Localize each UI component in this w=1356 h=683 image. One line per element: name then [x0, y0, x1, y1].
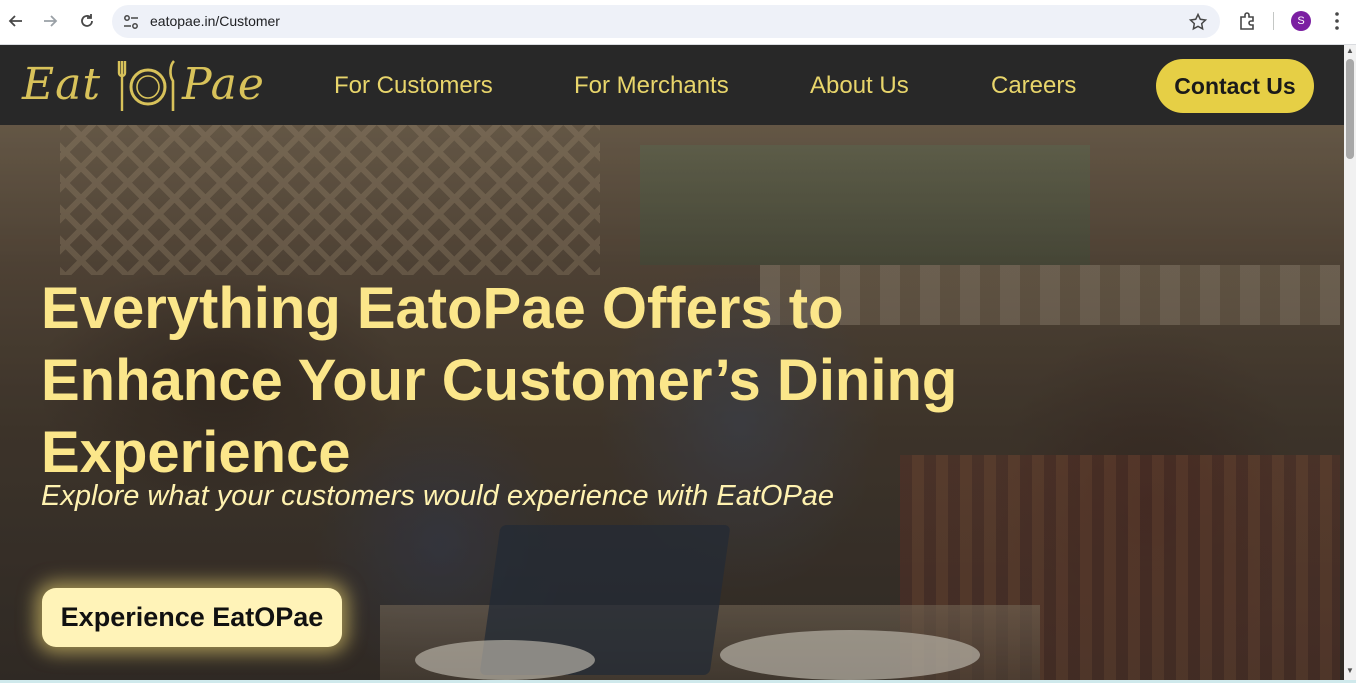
scrollbar-thumb[interactable] — [1346, 59, 1354, 159]
hero-title: Everything EatoPae Offers to Enhance You… — [41, 276, 958, 485]
address-bar[interactable]: eatopae.in/Customer — [112, 5, 1220, 38]
profile-avatar[interactable]: S — [1291, 11, 1311, 31]
fork-plate-knife-icon — [117, 60, 176, 111]
scroll-up-arrow-icon[interactable]: ▲ — [1346, 47, 1354, 55]
site-settings-icon[interactable] — [122, 13, 140, 31]
forward-arrow-icon[interactable] — [38, 9, 62, 33]
experience-eatopae-button[interactable]: Experience EatOPae — [42, 588, 342, 647]
hero-section: Everything EatoPae Offers to Enhance You… — [0, 125, 1344, 680]
nav-careers[interactable]: Careers — [991, 72, 1076, 100]
url-text[interactable]: eatopae.in/Customer — [150, 13, 280, 29]
nav-for-merchants[interactable]: For Merchants — [574, 72, 729, 100]
hero-subtitle: Explore what your customers would experi… — [41, 480, 835, 512]
contact-us-button[interactable]: Contact Us — [1156, 59, 1314, 113]
site-header: Eat Pae For Customers For Merchants Abou… — [0, 45, 1344, 125]
eatopae-logo[interactable]: Eat Pae — [22, 55, 267, 117]
logo-text-pae: Pae — [182, 59, 265, 110]
bookmark-star-icon[interactable] — [1188, 12, 1208, 32]
extensions-icon[interactable] — [1236, 10, 1258, 32]
browser-toolbar: eatopae.in/Customer S — [0, 0, 1356, 45]
nav-for-customers[interactable]: For Customers — [334, 72, 493, 100]
toolbar-divider — [1273, 12, 1274, 30]
nav-about-us[interactable]: About Us — [810, 72, 909, 100]
back-arrow-icon[interactable] — [4, 9, 28, 33]
page-scrollbar[interactable]: ▲ ▼ — [1344, 45, 1356, 680]
reload-icon[interactable] — [75, 9, 99, 33]
logo-text-eat: Eat — [22, 59, 102, 110]
scroll-down-arrow-icon[interactable]: ▼ — [1346, 667, 1354, 675]
more-menu-icon[interactable] — [1327, 10, 1347, 32]
